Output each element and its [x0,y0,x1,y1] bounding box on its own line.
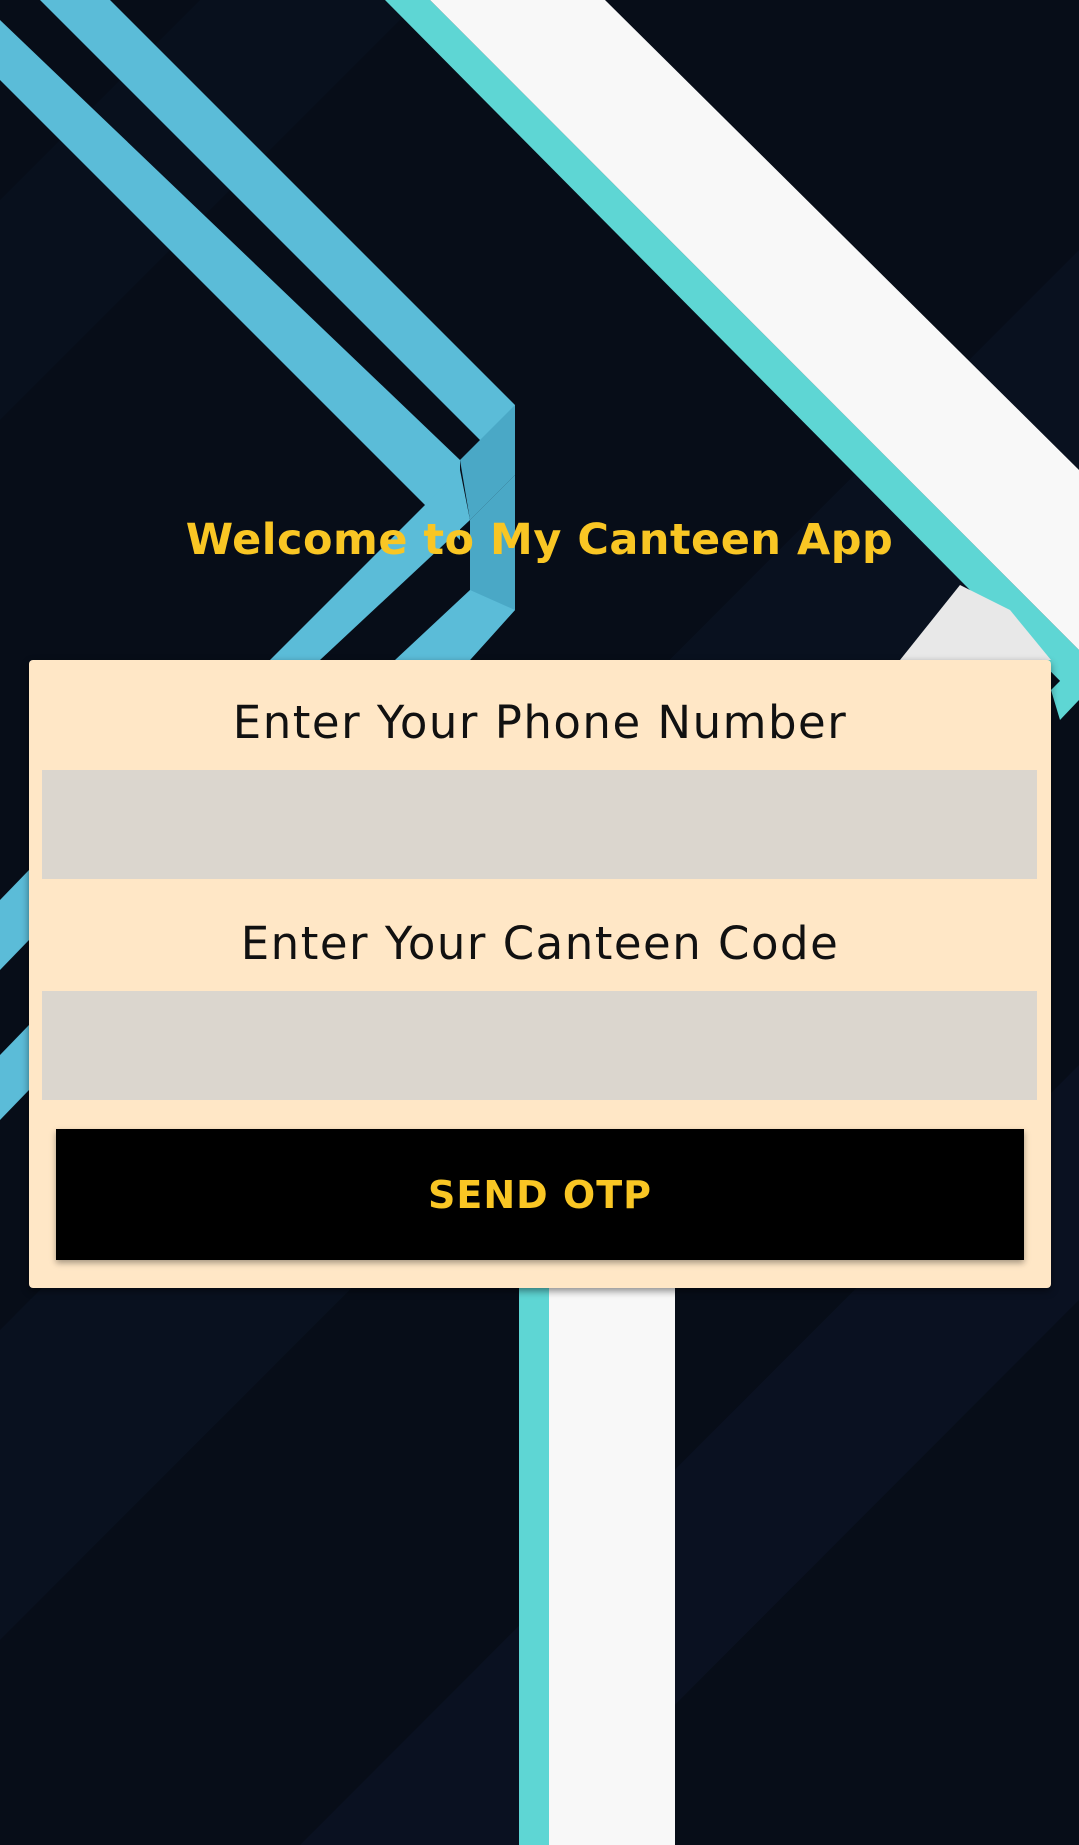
login-card: Enter Your Phone Number Enter Your Cante… [29,660,1051,1288]
welcome-title: Welcome to My Canteen App [185,515,894,565]
send-otp-button[interactable]: SEND OTP [56,1129,1024,1260]
canteen-code-label: Enter Your Canteen Code [240,917,840,970]
phone-number-input[interactable] [42,770,1037,879]
phone-number-label: Enter Your Phone Number [232,696,848,749]
canteen-code-input[interactable] [42,991,1037,1100]
